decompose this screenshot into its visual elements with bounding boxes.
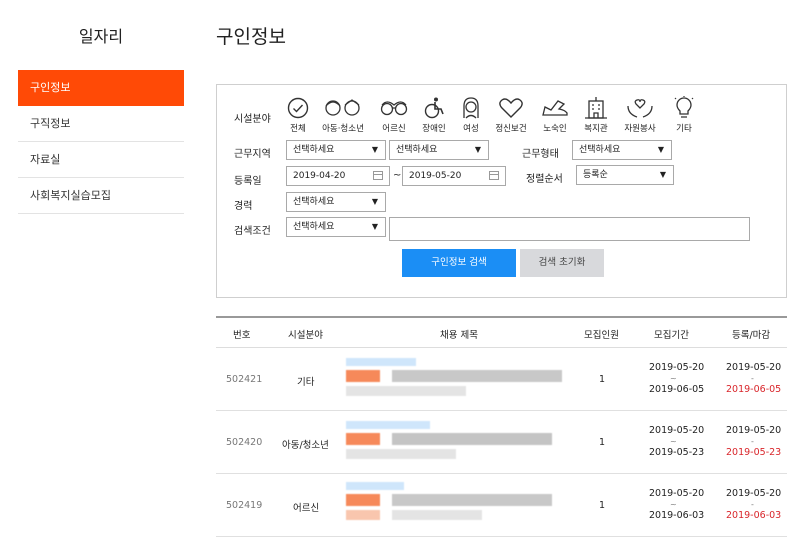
- col-title: 채용 제목: [440, 330, 478, 341]
- category-welfare-center[interactable]: 복지관: [573, 96, 619, 134]
- row-period-sep: ~: [670, 500, 677, 509]
- row-reg-sep: -: [751, 437, 754, 446]
- sidebar-item-practicum[interactable]: 사회복지실습모집: [18, 178, 184, 214]
- row-reg-sep: -: [751, 500, 754, 509]
- row-period-end: 2019-06-03: [649, 510, 705, 521]
- row-period-start: 2019-05-20: [649, 362, 705, 373]
- glasses-icon: [380, 101, 408, 116]
- row-period-end: 2019-06-05: [649, 384, 705, 395]
- sort-label: 정렬순서: [526, 174, 563, 185]
- career-label: 경력: [234, 201, 253, 212]
- sidebar-item-resources[interactable]: 자료실: [18, 142, 184, 178]
- chevron-down-icon: ▼: [659, 170, 666, 179]
- col-number: 번호: [233, 330, 251, 341]
- chevron-down-icon: ▼: [371, 145, 378, 154]
- row-reg-date: 2019-05-20: [726, 488, 782, 499]
- row-period-sep: ~: [670, 374, 677, 383]
- table-row[interactable]: 502421 기타 1 2019-05-20 ~ 2019-06-05 2019…: [216, 348, 787, 411]
- row-field: 어르신: [293, 503, 320, 514]
- building-icon: [585, 97, 607, 119]
- condition-label: 검색조건: [234, 226, 271, 237]
- condition-select[interactable]: 선택하세요 ▼: [286, 217, 386, 237]
- keyword-input[interactable]: [389, 217, 750, 241]
- table-row[interactable]: 502420 아동/청소년 1 2019-05-20 ~ 2019-05-23 …: [216, 411, 787, 474]
- sidebar: 일자리 구인정보 구직정보 자료실 사회복지실습모집: [18, 0, 184, 214]
- category-mental-health[interactable]: 정신보건: [488, 96, 534, 134]
- sort-select[interactable]: 등록순 ▼: [576, 165, 674, 185]
- career-select[interactable]: 선택하세요 ▼: [286, 192, 386, 212]
- row-period-end: 2019-05-23: [649, 447, 705, 458]
- row-reg-date: 2019-05-20: [726, 362, 782, 373]
- category-youth[interactable]: 아동·청소년: [320, 96, 366, 134]
- category-homeless[interactable]: 노숙인: [532, 96, 578, 134]
- job-search-button[interactable]: 구인정보 검색: [402, 249, 516, 277]
- category-other[interactable]: 기타: [661, 96, 707, 134]
- lightbulb-icon: [674, 96, 694, 118]
- region-label: 근무지역: [234, 149, 271, 160]
- col-reg-deadline: 등록/마감: [732, 330, 771, 341]
- chevron-down-icon: ▼: [657, 145, 664, 154]
- row-count: 1: [599, 437, 606, 448]
- search-reset-button[interactable]: 검색 초기화: [520, 249, 604, 277]
- worktype-select[interactable]: 선택하세요 ▼: [572, 140, 672, 160]
- date-label: 등록일: [234, 176, 262, 187]
- row-count: 1: [599, 374, 606, 385]
- table-header: 번호 시설분야 채용 제목 모집인원 모집기간 등록/마감: [216, 316, 787, 348]
- category-volunteer[interactable]: 자원봉사: [617, 96, 663, 134]
- check-circle-icon: [287, 97, 309, 119]
- row-title-redacted[interactable]: [346, 421, 566, 465]
- row-reg-sep: -: [751, 374, 754, 383]
- row-count: 1: [599, 500, 606, 511]
- row-field: 기타: [297, 377, 315, 388]
- row-period-start: 2019-05-20: [649, 488, 705, 499]
- row-number: 502420: [226, 437, 263, 448]
- col-count: 모집인원: [584, 330, 619, 341]
- region-select-1[interactable]: 선택하세요 ▼: [286, 140, 386, 160]
- row-period-sep: ~: [670, 437, 677, 446]
- row-field: 아동/청소년: [282, 440, 329, 451]
- date-from-input[interactable]: 2019-04-20: [286, 166, 390, 186]
- chevron-down-icon: ▼: [371, 222, 378, 231]
- page-title: 구인정보: [216, 26, 286, 48]
- calendar-icon[interactable]: [373, 171, 383, 180]
- row-number: 502419: [226, 500, 263, 511]
- wheelchair-icon: [424, 97, 444, 119]
- region-select-2[interactable]: 선택하세요 ▼: [389, 140, 489, 160]
- chevron-down-icon: ▼: [474, 145, 481, 154]
- table-row[interactable]: 502419 어르신 1 2019-05-20 ~ 2019-06-03 201…: [216, 474, 787, 537]
- row-deadline: 2019-05-23: [726, 447, 782, 458]
- heart-icon: [499, 98, 523, 118]
- category-label: 시설분야: [234, 114, 271, 125]
- chevron-down-icon: ▼: [371, 197, 378, 206]
- worktype-label: 근무형태: [522, 149, 559, 160]
- row-period-start: 2019-05-20: [649, 425, 705, 436]
- col-period: 모집기간: [654, 330, 689, 341]
- row-title-redacted[interactable]: [346, 482, 566, 530]
- children-icon: [325, 99, 360, 116]
- row-deadline: 2019-06-03: [726, 510, 782, 521]
- date-to-input[interactable]: 2019-05-20: [402, 166, 506, 186]
- row-deadline: 2019-06-05: [726, 384, 782, 395]
- hands-heart-icon: [627, 99, 653, 118]
- date-separator: ~: [393, 170, 402, 181]
- calendar-icon[interactable]: [489, 171, 499, 180]
- col-field: 시설분야: [288, 330, 323, 341]
- sidebar-item-job-offer[interactable]: 구인정보: [18, 70, 184, 106]
- row-title-redacted[interactable]: [346, 358, 566, 402]
- category-all[interactable]: 전체: [275, 96, 321, 134]
- shoe-icon: [542, 100, 568, 116]
- woman-icon: [463, 97, 479, 119]
- sidebar-title: 일자리: [78, 27, 124, 46]
- row-reg-date: 2019-05-20: [726, 425, 782, 436]
- row-number: 502421: [226, 374, 263, 385]
- sidebar-item-job-seek[interactable]: 구직정보: [18, 106, 184, 142]
